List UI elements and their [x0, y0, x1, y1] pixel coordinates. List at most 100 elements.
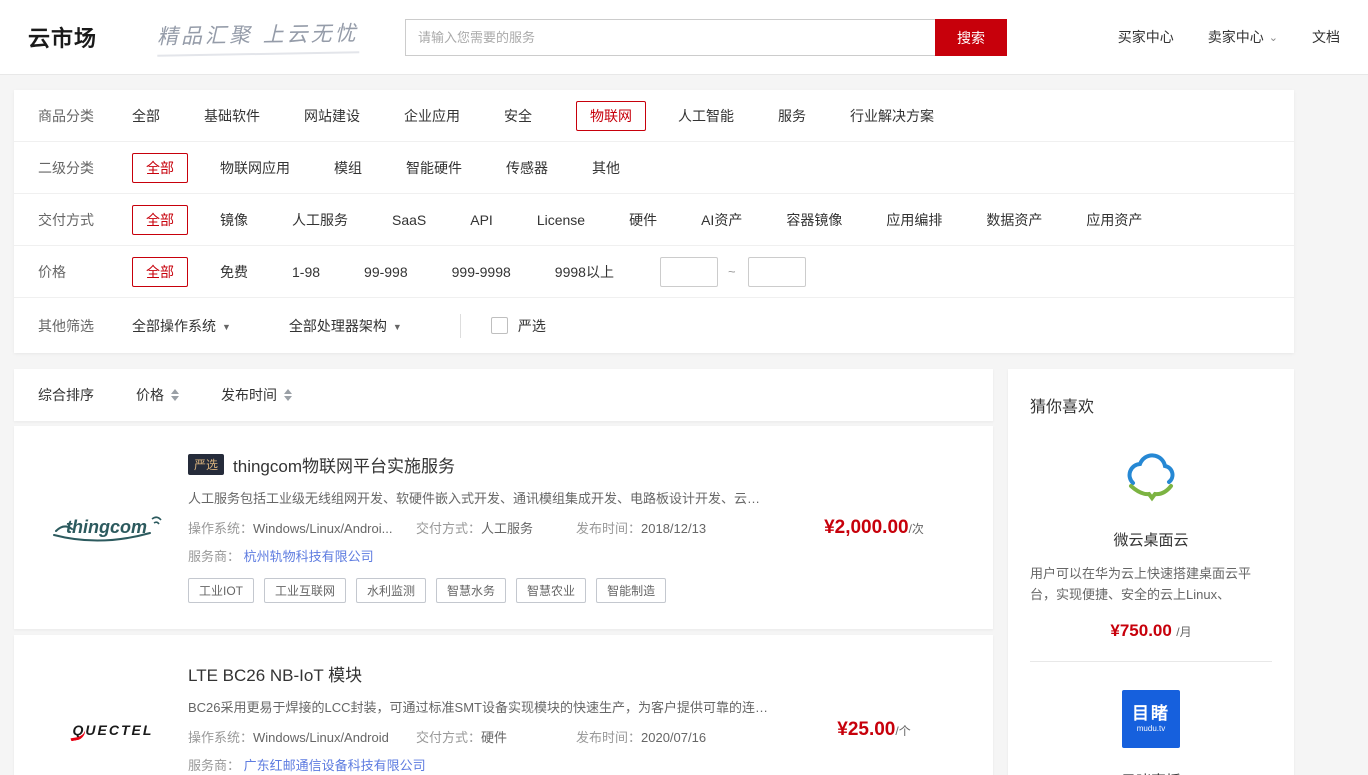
filter-panel: 商品分类 全部 基础软件 网站建设 企业应用 安全 物联网 人工智能 服务 行业…: [14, 90, 1294, 353]
caret-down-icon: ▼: [393, 322, 402, 332]
top-header: 云市场 精品汇聚 上云无忧 搜索 买家中心 卖家中心 ⌄ 文档: [0, 0, 1368, 75]
search-button[interactable]: 搜索: [935, 19, 1007, 56]
vendor-link[interactable]: 广东红邮通信设备科技有限公司: [244, 758, 426, 773]
delivery-option[interactable]: 应用编排: [886, 210, 942, 230]
main-area: 综合排序 价格 发布时间 thingcom: [14, 369, 1368, 775]
curated-checkbox-label: 严选: [518, 316, 546, 336]
sort-price[interactable]: 价格: [136, 385, 179, 405]
publish-value: 2018/12/13: [641, 521, 706, 536]
search-input[interactable]: [405, 19, 935, 56]
recommend-item[interactable]: 微云桌面云 用户可以在华为云上快速搭建桌面云平台，实现便捷、安全的云上Linux…: [1030, 447, 1272, 641]
sidebar-divider: [1030, 661, 1272, 662]
delivery-option[interactable]: 镜像: [220, 210, 248, 230]
publish-value: 2020/07/16: [641, 730, 706, 745]
os-dropdown[interactable]: 全部操作系统▼: [132, 316, 231, 336]
price-option[interactable]: 1-98: [292, 264, 320, 280]
subcategory-option[interactable]: 其他: [592, 158, 620, 178]
tag[interactable]: 智慧水务: [436, 578, 506, 603]
product-list-column: 综合排序 价格 发布时间 thingcom: [14, 369, 993, 775]
delivery-option[interactable]: License: [537, 212, 585, 228]
tag[interactable]: 智能制造: [596, 578, 666, 603]
arch-dropdown[interactable]: 全部处理器架构▼: [289, 316, 402, 336]
delivery-option-selected[interactable]: 全部: [132, 205, 188, 235]
recommend-description: 用户可以在华为云上快速搭建桌面云平台，实现便捷、安全的云上Linux、Windo…: [1030, 563, 1272, 607]
product-card[interactable]: thingcom 严选 thingcom物联网平台实施服务 人工服务包括工业级无…: [14, 426, 993, 629]
recommend-item[interactable]: 目睹 mudu.tv 目睹直播 目睹直播是简单易用的企业视频直播平台，适用在线培…: [1030, 688, 1272, 775]
price-unit: /个: [895, 724, 910, 738]
filter-label: 其他筛选: [38, 316, 132, 336]
product-title[interactable]: LTE BC26 NB-IoT 模块: [188, 661, 362, 686]
recommend-name[interactable]: 目睹直播: [1030, 770, 1272, 775]
recommend-price: ¥750.00 /月: [1030, 621, 1272, 641]
price-option[interactable]: 免费: [220, 262, 248, 282]
vendor-label: 服务商：: [188, 758, 240, 773]
tag[interactable]: 工业互联网: [264, 578, 346, 603]
category-option[interactable]: 人工智能: [678, 106, 734, 126]
sort-arrows-icon: [171, 389, 179, 401]
filter-row-price: 价格 全部 免费 1-98 99-998 999-9998 9998以上 ~: [14, 246, 1294, 298]
filter-row-delivery: 交付方式 全部 镜像 人工服务 SaaS API License 硬件 AI资产…: [14, 194, 1294, 246]
vendor-link[interactable]: 杭州轨物科技有限公司: [244, 549, 374, 564]
filter-label: 商品分类: [38, 106, 132, 126]
category-option[interactable]: 安全: [504, 106, 532, 126]
sort-default[interactable]: 综合排序: [38, 385, 94, 405]
filter-label: 交付方式: [38, 210, 132, 230]
price-option[interactable]: 999-9998: [452, 264, 511, 280]
subcategory-option[interactable]: 传感器: [506, 158, 548, 178]
price-min-input[interactable]: [660, 257, 718, 287]
nav-seller-center[interactable]: 卖家中心 ⌄: [1208, 27, 1278, 47]
site-logo[interactable]: 云市场: [28, 21, 97, 53]
publish-label: 发布时间：: [576, 730, 641, 745]
curated-checkbox[interactable]: [491, 317, 508, 334]
delivery-option[interactable]: SaaS: [392, 212, 426, 228]
recommend-sidebar: 猜你喜欢 微云桌面云 用户可以在华为云上快速搭建桌面云平台，实现便捷、安全的云上…: [1008, 369, 1294, 775]
subcategory-option-selected[interactable]: 全部: [132, 153, 188, 183]
price-amount: ¥2,000.00: [824, 517, 909, 538]
price-unit: /次: [909, 522, 924, 536]
product-title[interactable]: thingcom物联网平台实施服务: [233, 452, 455, 477]
delivery-value: 硬件: [481, 730, 507, 745]
delivery-option[interactable]: 容器镜像: [786, 210, 842, 230]
sort-arrows-icon: [284, 389, 292, 401]
product-description: 人工服务包括工业级无线组网开发、软硬件嵌入式开发、通讯模组集成开发、电路板设计开…: [188, 488, 771, 507]
subcategory-option[interactable]: 模组: [334, 158, 362, 178]
category-option[interactable]: 服务: [778, 106, 806, 126]
category-option[interactable]: 基础软件: [204, 106, 260, 126]
search-bar: 搜索: [405, 19, 1007, 56]
category-option-selected[interactable]: 物联网: [576, 101, 646, 131]
category-option[interactable]: 行业解决方案: [850, 106, 934, 126]
vendor-label: 服务商：: [188, 549, 240, 564]
delivery-option[interactable]: 硬件: [629, 210, 657, 230]
subcategory-option[interactable]: 物联网应用: [220, 158, 290, 178]
product-card[interactable]: QUECTEL LTE BC26 NB-IoT 模块 BC26采用更易于焊接的L…: [14, 635, 993, 775]
svg-text:thingcom: thingcom: [66, 517, 147, 537]
recommend-name[interactable]: 微云桌面云: [1030, 529, 1272, 550]
nav-docs[interactable]: 文档: [1312, 27, 1340, 47]
top-nav: 买家中心 卖家中心 ⌄ 文档: [1118, 27, 1340, 47]
filter-row-category: 商品分类 全部 基础软件 网站建设 企业应用 安全 物联网 人工智能 服务 行业…: [14, 90, 1294, 142]
tag[interactable]: 工业IOT: [188, 578, 254, 603]
delivery-option[interactable]: AI资产: [701, 210, 742, 230]
delivery-option[interactable]: 数据资产: [986, 210, 1042, 230]
delivery-option[interactable]: API: [470, 212, 493, 228]
price-option[interactable]: 9998以上: [555, 262, 614, 282]
tag[interactable]: 智慧农业: [516, 578, 586, 603]
os-value: Windows/Linux/Androi...: [253, 521, 392, 536]
cloud-desktop-icon: [1030, 447, 1272, 509]
quectel-logo: QUECTEL: [38, 722, 188, 738]
price-option[interactable]: 99-998: [364, 264, 408, 280]
sort-publish-time[interactable]: 发布时间: [221, 385, 292, 405]
delivery-option[interactable]: 人工服务: [292, 210, 348, 230]
nav-buyer-center[interactable]: 买家中心: [1118, 27, 1174, 47]
category-option[interactable]: 全部: [132, 106, 160, 126]
subcategory-option[interactable]: 智能硬件: [406, 158, 462, 178]
product-content: LTE BC26 NB-IoT 模块 BC26采用更易于焊接的LCC封装，可通过…: [188, 661, 779, 775]
price-max-input[interactable]: [748, 257, 806, 287]
price-option-selected[interactable]: 全部: [132, 257, 188, 287]
category-option[interactable]: 网站建设: [304, 106, 360, 126]
os-label: 操作系统：: [188, 730, 253, 745]
product-price: ¥2,000.00/次: [779, 517, 969, 539]
delivery-option[interactable]: 应用资产: [1086, 210, 1142, 230]
tag[interactable]: 水利监测: [356, 578, 426, 603]
category-option[interactable]: 企业应用: [404, 106, 460, 126]
